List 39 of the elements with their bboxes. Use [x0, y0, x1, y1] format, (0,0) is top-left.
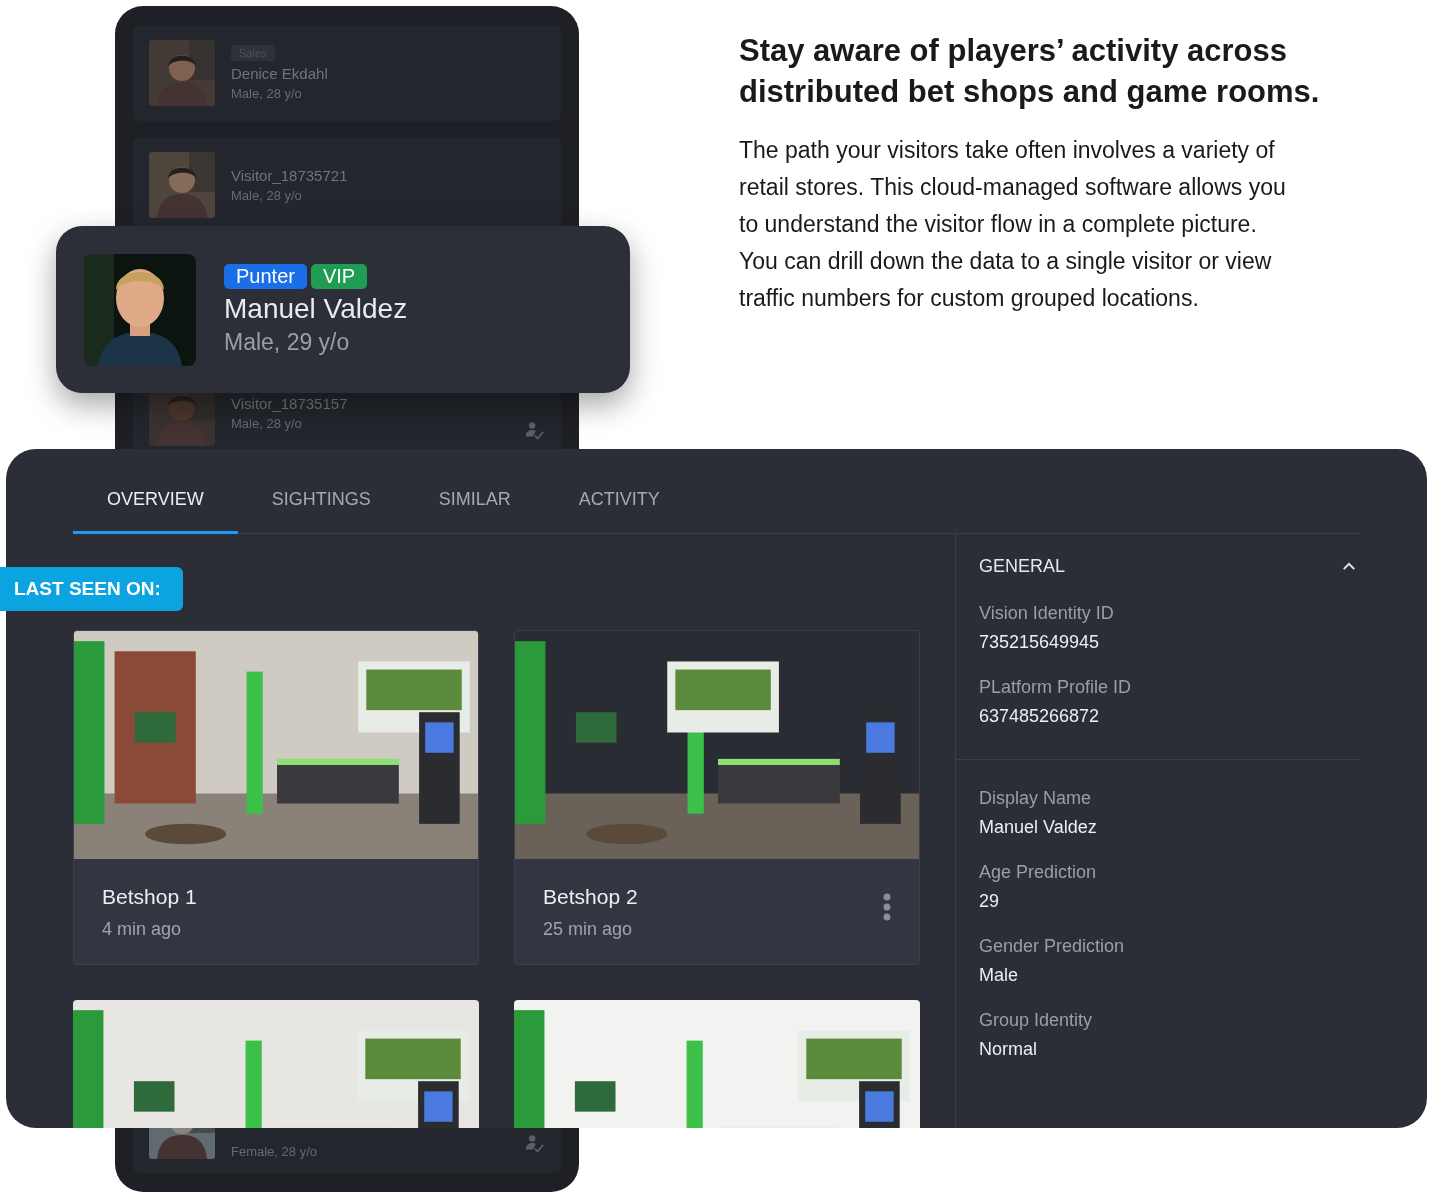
visitor-meta: Male, 28 y/o — [231, 187, 303, 203]
visitor-meta: Female, 28 y/o — [231, 1144, 318, 1159]
tag: Punter — [224, 263, 307, 289]
field-value: 29 — [979, 891, 1001, 912]
field-label: Vision Identity ID — [979, 603, 1115, 624]
visitor-name: Denice Ekdahl — [231, 65, 329, 82]
field-value: Normal — [979, 1039, 1038, 1060]
tag: VIP — [310, 263, 368, 289]
more-icon[interactable] — [883, 892, 891, 921]
field-value: Male — [979, 965, 1019, 986]
location-card[interactable]: Betshop 1 4 min ago — [73, 630, 479, 965]
field-label: Age Prediction — [979, 862, 1098, 883]
location-card[interactable]: Betshop 2 25 min ago — [514, 630, 920, 965]
description: The path your visitors take often involves a variety of retail stores. This cloud-managed software allows you to understand the visitor flow in a complete picture. You can drill down the data to a single visitor or view traffic numbers for custom grouped locations. — [739, 136, 1287, 313]
visitor-meta: Male, 29 y/o — [224, 328, 351, 356]
last-seen-time: 4 min ago — [102, 919, 183, 940]
location-name: Betshop 1 — [102, 885, 198, 909]
field-value: Manuel Valdez — [979, 817, 1098, 838]
field-label: Group Identity — [979, 1010, 1094, 1031]
field-label: Display Name — [979, 788, 1093, 809]
tab[interactable]: SIGHTINGS — [237, 481, 405, 534]
tab[interactable]: SIMILAR — [404, 481, 545, 534]
visitor-meta: Male, 28 y/o — [231, 86, 303, 101]
visitor-name: Visitor_18735721 — [231, 166, 349, 184]
section-title: GENERAL — [979, 556, 1066, 577]
field-value: 735215649945 — [979, 632, 1101, 653]
location-name: Betshop 2 — [543, 885, 639, 909]
visitor-meta: Male, 28 y/o — [231, 415, 303, 431]
tab[interactable]: OVERVIEW — [73, 481, 238, 534]
visitor-name: Visitor_18735157 — [231, 394, 349, 412]
visitor-name: Manuel Valdez — [224, 292, 408, 325]
tab[interactable]: ACTIVITY — [544, 481, 694, 534]
chevron-icon[interactable] — [1342, 562, 1356, 571]
last-seen-label: LAST SEEN ON: — [0, 567, 183, 611]
field-label: Gender Prediction — [979, 936, 1126, 957]
field-label: PLatform Profile ID — [979, 677, 1133, 698]
last-seen-time: 25 min ago — [543, 919, 634, 940]
field-value: 637485266872 — [979, 706, 1101, 727]
headline: Stay aware of players’ activity across distributed bet shops and game rooms. — [739, 32, 1321, 111]
